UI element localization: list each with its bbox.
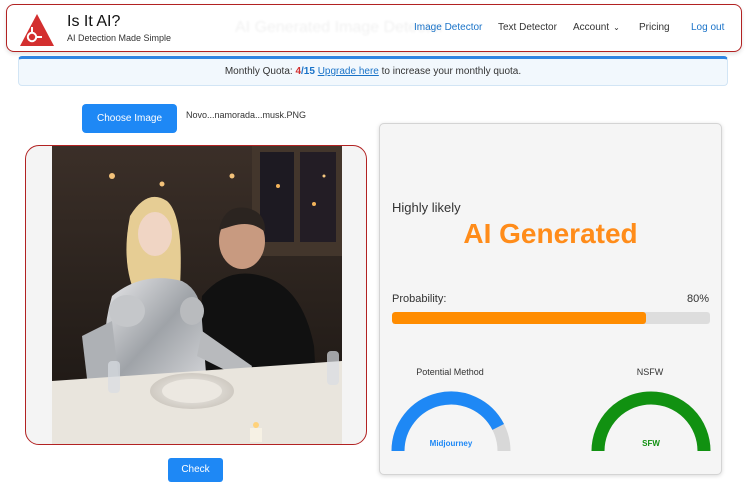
nav-account[interactable]: Account ⌄	[573, 22, 620, 33]
quota-total: 15	[303, 66, 315, 77]
nav-image-detector[interactable]: Image Detector	[414, 22, 482, 33]
uploaded-photo	[52, 146, 342, 444]
nav-pricing[interactable]: Pricing	[639, 22, 670, 33]
nav-logout[interactable]: Log out	[691, 22, 724, 33]
probability-value: 80%	[686, 293, 709, 305]
selected-filename: Novo...namorada...musk.PNG	[186, 110, 307, 120]
brand-title[interactable]: Is It AI?	[67, 13, 120, 31]
quota-banner: Monthly Quota: 4/15 Upgrade here to incr…	[18, 56, 728, 86]
logo-icon[interactable]	[19, 13, 55, 47]
probability-bar	[392, 312, 710, 324]
quota-suffix: to increase your monthly quota.	[378, 66, 522, 77]
nav-account-label: Account	[573, 22, 610, 33]
result-card: Highly likely AI Generated Probability: …	[379, 123, 722, 475]
nsfw-gauge: SFW	[591, 391, 711, 452]
top-navbar: Is It AI? AI Detection Made Simple AI Ge…	[6, 4, 742, 52]
nav-text-detector[interactable]: Text Detector	[498, 22, 557, 33]
verdict-label: AI Generated	[463, 218, 638, 249]
nsfw-gauge-value: SFW	[642, 439, 660, 448]
method-gauge: Midjourney	[391, 391, 511, 452]
chevron-down-icon: ⌄	[613, 23, 620, 32]
page-title-ghost: AI Generated Image Detector	[235, 19, 444, 36]
probability-label: Probability:	[392, 293, 447, 305]
nsfw-gauge-title: NSFW	[636, 367, 664, 377]
brand-subtitle: AI Detection Made Simple	[67, 33, 172, 43]
image-preview-frame	[25, 145, 367, 445]
check-button[interactable]: Check	[168, 458, 223, 482]
upgrade-link[interactable]: Upgrade here	[318, 66, 379, 77]
method-gauge-value: Midjourney	[430, 439, 473, 448]
method-gauge-title: Potential Method	[416, 367, 484, 377]
choose-image-button[interactable]: Choose Image	[82, 104, 177, 133]
quota-prefix: Monthly Quota:	[224, 66, 296, 77]
probability-bar-fill	[392, 312, 647, 324]
likelihood-label: Highly likely	[392, 200, 461, 215]
